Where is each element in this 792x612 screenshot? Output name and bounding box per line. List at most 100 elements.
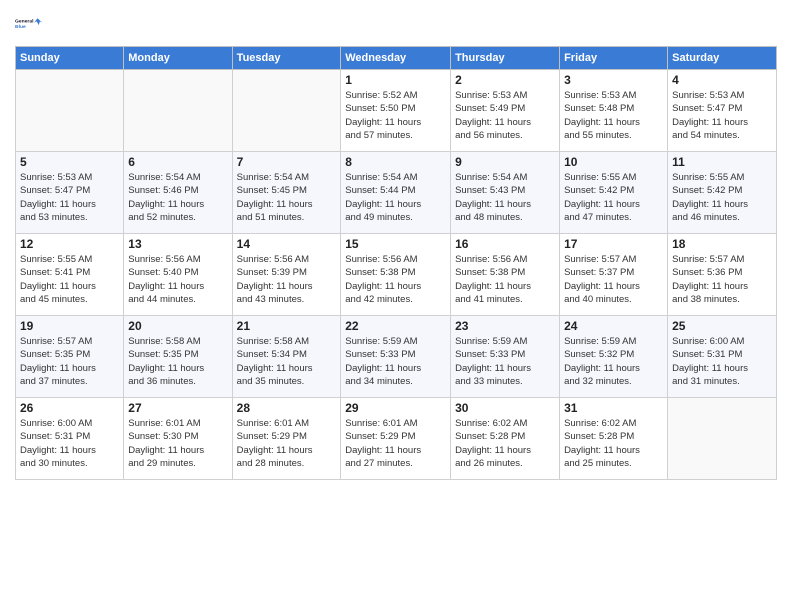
logo: GeneralBlue [15,10,43,38]
calendar-cell: 23 Sunrise: 5:59 AMSunset: 5:33 PMDayligh… [451,316,560,398]
calendar-week-4: 19 Sunrise: 5:57 AMSunset: 5:35 PMDayligh… [16,316,777,398]
day-number: 19 [20,319,119,333]
day-info: Sunrise: 5:57 AMSunset: 5:37 PMDaylight:… [564,253,663,306]
calendar-cell: 2 Sunrise: 5:53 AMSunset: 5:49 PMDaylight… [451,70,560,152]
day-info: Sunrise: 5:55 AMSunset: 5:41 PMDaylight:… [20,253,119,306]
day-number: 16 [455,237,555,251]
svg-text:Blue: Blue [15,24,26,30]
day-number: 1 [345,73,446,87]
calendar-cell: 21Sunrise: 5:58 AMSunset: 5:34 PMDayligh… [232,316,341,398]
calendar-table: SundayMondayTuesdayWednesdayThursdayFrid… [15,46,777,480]
calendar-cell: 26Sunrise: 6:00 AMSunset: 5:31 PMDayligh… [16,398,124,480]
day-info: Sunrise: 5:56 AMSunset: 5:40 PMDaylight:… [128,253,227,306]
day-info: Sunrise: 5:55 AMSunset: 5:42 PMDaylight:… [564,171,663,224]
calendar-cell [668,398,777,480]
day-info: Sunrise: 5:53 AMSunset: 5:48 PMDaylight:… [564,89,663,142]
day-number: 20 [128,319,227,333]
logo-icon: GeneralBlue [15,10,43,38]
day-number: 23 [455,319,555,333]
day-info: Sunrise: 6:02 AMSunset: 5:28 PMDaylight:… [455,417,555,470]
day-info: Sunrise: 5:56 AMSunset: 5:39 PMDaylight:… [237,253,337,306]
day-number: 29 [345,401,446,415]
day-number: 8 [345,155,446,169]
day-number: 13 [128,237,227,251]
calendar-cell: 30 Sunrise: 6:02 AMSunset: 5:28 PMDayligh… [451,398,560,480]
calendar-cell: 29 Sunrise: 6:01 AMSunset: 5:29 PMDayligh… [341,398,451,480]
day-info: Sunrise: 6:01 AMSunset: 5:30 PMDaylight:… [128,417,227,470]
weekday-header-wednesday: Wednesday [341,47,451,70]
calendar-cell: 20 Sunrise: 5:58 AMSunset: 5:35 PMDayligh… [124,316,232,398]
day-info: Sunrise: 5:54 AMSunset: 5:44 PMDaylight:… [345,171,446,224]
calendar-cell: 31Sunrise: 6:02 AMSunset: 5:28 PMDayligh… [560,398,668,480]
calendar-cell: 3 Sunrise: 5:53 AMSunset: 5:48 PMDaylight… [560,70,668,152]
calendar-cell: 18 Sunrise: 5:57 AMSunset: 5:36 PMDayligh… [668,234,777,316]
day-info: Sunrise: 5:57 AMSunset: 5:36 PMDaylight:… [672,253,772,306]
day-info: Sunrise: 5:58 AMSunset: 5:35 PMDaylight:… [128,335,227,388]
calendar-cell: 5 Sunrise: 5:53 AMSunset: 5:47 PMDaylight… [16,152,124,234]
day-number: 4 [672,73,772,87]
calendar-cell: 16 Sunrise: 5:56 AMSunset: 5:38 PMDayligh… [451,234,560,316]
calendar-week-1: 1 Sunrise: 5:52 AMSunset: 5:50 PMDaylight… [16,70,777,152]
calendar-cell: 25Sunrise: 6:00 AMSunset: 5:31 PMDayligh… [668,316,777,398]
day-number: 5 [20,155,119,169]
calendar-body: 1 Sunrise: 5:52 AMSunset: 5:50 PMDaylight… [16,70,777,480]
day-info: Sunrise: 6:00 AMSunset: 5:31 PMDaylight:… [672,335,772,388]
calendar-cell: 9Sunrise: 5:54 AMSunset: 5:43 PMDaylight… [451,152,560,234]
weekday-header-friday: Friday [560,47,668,70]
day-number: 15 [345,237,446,251]
day-number: 7 [237,155,337,169]
day-number: 11 [672,155,772,169]
day-number: 9 [455,155,555,169]
day-info: Sunrise: 5:56 AMSunset: 5:38 PMDaylight:… [455,253,555,306]
weekday-header-tuesday: Tuesday [232,47,341,70]
weekday-header-thursday: Thursday [451,47,560,70]
calendar-week-3: 12 Sunrise: 5:55 AMSunset: 5:41 PMDayligh… [16,234,777,316]
calendar-header-row: SundayMondayTuesdayWednesdayThursdayFrid… [16,47,777,70]
day-info: Sunrise: 5:53 AMSunset: 5:49 PMDaylight:… [455,89,555,142]
weekday-header-monday: Monday [124,47,232,70]
day-number: 22 [345,319,446,333]
calendar-cell [16,70,124,152]
calendar-cell: 17 Sunrise: 5:57 AMSunset: 5:37 PMDayligh… [560,234,668,316]
calendar-cell: 19 Sunrise: 5:57 AMSunset: 5:35 PMDayligh… [16,316,124,398]
day-info: Sunrise: 5:59 AMSunset: 5:33 PMDaylight:… [455,335,555,388]
day-number: 2 [455,73,555,87]
day-number: 12 [20,237,119,251]
calendar-cell: 10 Sunrise: 5:55 AMSunset: 5:42 PMDayligh… [560,152,668,234]
day-info: Sunrise: 5:55 AMSunset: 5:42 PMDaylight:… [672,171,772,224]
calendar-cell: 8 Sunrise: 5:54 AMSunset: 5:44 PMDaylight… [341,152,451,234]
day-info: Sunrise: 5:52 AMSunset: 5:50 PMDaylight:… [345,89,446,142]
day-number: 27 [128,401,227,415]
calendar-cell: 1 Sunrise: 5:52 AMSunset: 5:50 PMDaylight… [341,70,451,152]
calendar-cell: 28 Sunrise: 6:01 AMSunset: 5:29 PMDayligh… [232,398,341,480]
day-number: 3 [564,73,663,87]
calendar-cell: 7 Sunrise: 5:54 AMSunset: 5:45 PMDaylight… [232,152,341,234]
day-info: Sunrise: 5:53 AMSunset: 5:47 PMDaylight:… [672,89,772,142]
day-number: 18 [672,237,772,251]
day-number: 24 [564,319,663,333]
svg-text:General: General [15,19,34,25]
day-info: Sunrise: 5:59 AMSunset: 5:33 PMDaylight:… [345,335,446,388]
day-number: 17 [564,237,663,251]
calendar-cell: 11 Sunrise: 5:55 AMSunset: 5:42 PMDayligh… [668,152,777,234]
calendar-cell [232,70,341,152]
day-info: Sunrise: 5:53 AMSunset: 5:47 PMDaylight:… [20,171,119,224]
day-info: Sunrise: 5:57 AMSunset: 5:35 PMDaylight:… [20,335,119,388]
day-info: Sunrise: 5:56 AMSunset: 5:38 PMDaylight:… [345,253,446,306]
day-number: 28 [237,401,337,415]
calendar-cell: 13 Sunrise: 5:56 AMSunset: 5:40 PMDayligh… [124,234,232,316]
calendar-cell: 12 Sunrise: 5:55 AMSunset: 5:41 PMDayligh… [16,234,124,316]
day-info: Sunrise: 6:01 AMSunset: 5:29 PMDaylight:… [237,417,337,470]
calendar-week-2: 5 Sunrise: 5:53 AMSunset: 5:47 PMDaylight… [16,152,777,234]
day-number: 10 [564,155,663,169]
day-info: Sunrise: 6:01 AMSunset: 5:29 PMDaylight:… [345,417,446,470]
day-info: Sunrise: 5:54 AMSunset: 5:45 PMDaylight:… [237,171,337,224]
calendar-cell: 4 Sunrise: 5:53 AMSunset: 5:47 PMDaylight… [668,70,777,152]
day-number: 26 [20,401,119,415]
calendar-cell [124,70,232,152]
weekday-header-sunday: Sunday [16,47,124,70]
weekday-header-saturday: Saturday [668,47,777,70]
calendar-cell: 14Sunrise: 5:56 AMSunset: 5:39 PMDayligh… [232,234,341,316]
day-info: Sunrise: 5:54 AMSunset: 5:46 PMDaylight:… [128,171,227,224]
day-number: 30 [455,401,555,415]
